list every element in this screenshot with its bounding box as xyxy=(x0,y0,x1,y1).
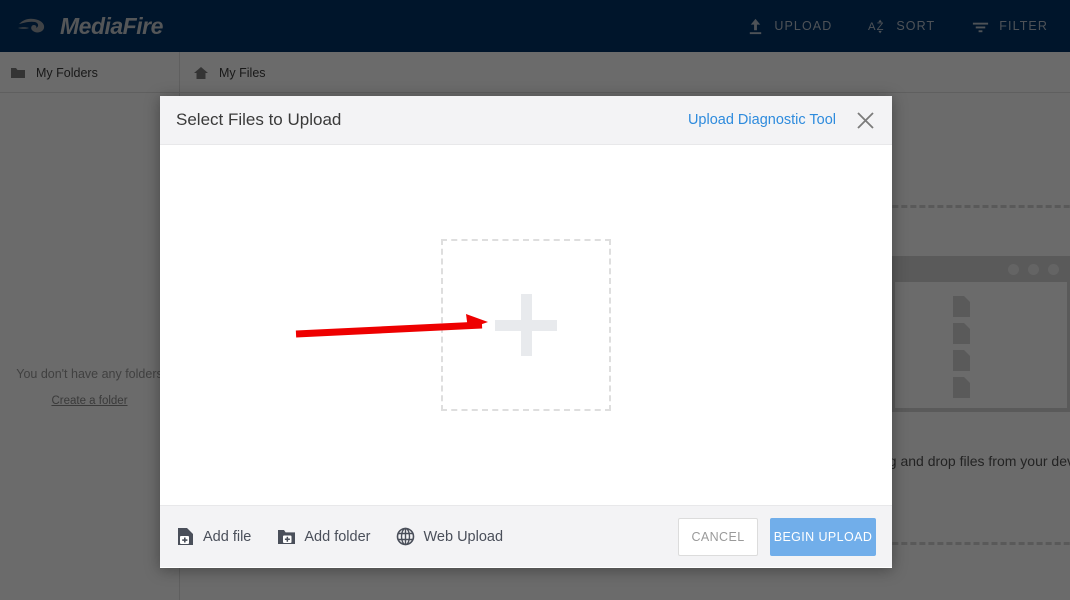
footer-button-group: CANCEL BEGIN UPLOAD xyxy=(678,517,876,556)
upload-diagnostic-tool-link[interactable]: Upload Diagnostic Tool xyxy=(688,112,836,128)
modal-header-actions: Upload Diagnostic Tool xyxy=(688,107,878,133)
web-upload-label: Web Upload xyxy=(423,528,504,545)
cancel-button[interactable]: CANCEL xyxy=(678,517,758,556)
folder-plus-icon xyxy=(278,530,296,544)
add-folder-label: Add folder xyxy=(304,528,371,545)
upload-modal: Select Files to Upload Upload Diagnostic… xyxy=(160,96,892,568)
file-select-dropzone[interactable] xyxy=(441,239,611,411)
web-upload-button[interactable]: Web Upload xyxy=(396,527,503,546)
modal-body xyxy=(160,145,892,505)
app-root: MediaFire UPLOAD A Z xyxy=(0,0,1070,600)
modal-footer: Add file Add folder Web Upload CANCEL BE… xyxy=(160,505,892,567)
begin-upload-button[interactable]: BEGIN UPLOAD xyxy=(770,517,876,556)
add-file-label: Add file xyxy=(203,528,252,545)
add-folder-button[interactable]: Add folder xyxy=(277,527,370,546)
globe-icon xyxy=(397,527,415,546)
close-x-icon xyxy=(856,111,874,129)
footer-action-group: Add file Add folder Web Upload xyxy=(176,527,503,546)
add-file-button[interactable]: Add file xyxy=(176,527,251,546)
modal-header: Select Files to Upload Upload Diagnostic… xyxy=(160,96,892,145)
plus-icon xyxy=(495,294,557,356)
modal-title: Select Files to Upload xyxy=(176,110,342,129)
file-plus-icon xyxy=(178,528,193,545)
modal-close-button[interactable] xyxy=(852,107,878,133)
